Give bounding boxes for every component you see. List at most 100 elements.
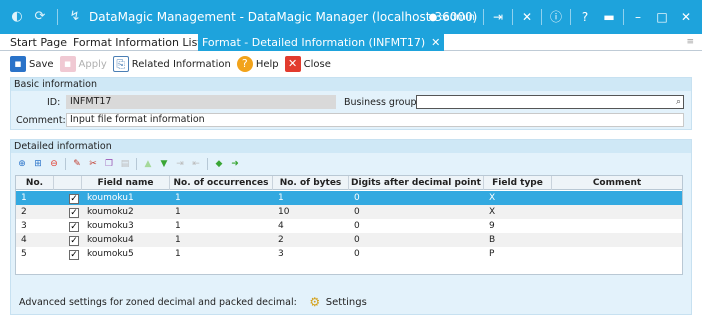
close-window-button[interactable]: ✕ bbox=[674, 0, 698, 34]
column-header[interactable]: No. of occurrences bbox=[170, 176, 273, 190]
indent-icon[interactable]: ⇥ bbox=[173, 157, 187, 171]
tools-icon[interactable]: ✕ bbox=[515, 0, 539, 34]
table-row[interactable]: 4 ✓ koumoku4 1 2 0 B bbox=[16, 233, 682, 247]
help-icon[interactable]: ? bbox=[573, 0, 597, 34]
business-group-field[interactable]: ⌕ bbox=[416, 95, 684, 109]
cell-type[interactable]: X bbox=[484, 205, 552, 219]
cell-comment[interactable] bbox=[552, 233, 682, 247]
app-logo-icon: ◐ bbox=[11, 9, 23, 24]
related-information-icon: ⎘ bbox=[112, 56, 129, 72]
cell-comment[interactable] bbox=[552, 219, 682, 233]
add-row-icon[interactable]: ⊕ bbox=[15, 157, 29, 171]
related-information-button[interactable]: ⎘ Related Information bbox=[112, 56, 231, 72]
delete-row-icon[interactable]: ⊖ bbox=[47, 157, 61, 171]
insert-row-icon[interactable]: ⊞ bbox=[31, 157, 45, 171]
cell-no[interactable]: 4 bbox=[16, 233, 54, 247]
table-row[interactable]: 1 ✓ koumoku1 1 1 0 X bbox=[16, 191, 682, 205]
cell-comment[interactable] bbox=[552, 247, 682, 261]
column-header[interactable] bbox=[54, 176, 82, 190]
column-header[interactable]: Field name bbox=[82, 176, 170, 190]
tab-format-detailed-information[interactable]: Format - Detailed Information (INFMT17) ✕ bbox=[198, 34, 445, 51]
id-field[interactable]: INFMT17 bbox=[66, 95, 336, 109]
table-row[interactable]: 3 ✓ koumoku3 1 4 0 9 bbox=[16, 219, 682, 233]
tab-menu-icon[interactable]: ≡ bbox=[686, 34, 694, 51]
connection-icon[interactable]: ↯ bbox=[66, 0, 84, 34]
cell-comment[interactable] bbox=[552, 191, 682, 205]
cell-decimals[interactable]: 0 bbox=[349, 205, 484, 219]
help-button[interactable]: ? Help bbox=[236, 56, 279, 72]
table-row[interactable]: 5 ✓ koumoku5 1 3 0 P bbox=[16, 247, 682, 261]
row-checkbox-cell[interactable]: ✓ bbox=[54, 233, 82, 247]
cell-occurrences[interactable]: 1 bbox=[170, 233, 273, 247]
logout-icon[interactable]: ⇥ bbox=[486, 0, 510, 34]
column-header[interactable]: Digits after decimal point bbox=[349, 176, 484, 190]
row-checkbox-cell[interactable]: ✓ bbox=[54, 219, 82, 233]
cell-field-name[interactable]: koumoku1 bbox=[82, 191, 170, 205]
user-icon: ● bbox=[428, 11, 438, 23]
apply-button[interactable]: ▪ Apply bbox=[59, 56, 107, 72]
row-checkbox-cell[interactable]: ✓ bbox=[54, 247, 82, 261]
cell-field-name[interactable]: koumoku5 bbox=[82, 247, 170, 261]
outdent-icon[interactable]: ⇤ bbox=[189, 157, 203, 171]
cell-no[interactable]: 3 bbox=[16, 219, 54, 233]
maximize-button[interactable]: □ bbox=[650, 0, 674, 34]
import-icon[interactable]: ◆ bbox=[212, 157, 226, 171]
edit-icon[interactable]: ✎ bbox=[70, 157, 84, 171]
cell-occurrences[interactable]: 1 bbox=[170, 205, 273, 219]
close-button[interactable]: ✕ Close bbox=[284, 56, 331, 72]
help-label: Help bbox=[255, 58, 279, 70]
paste-icon[interactable]: ▤ bbox=[118, 157, 132, 171]
tab-format-information-list[interactable]: Format Information List bbox=[73, 34, 202, 51]
checkbox[interactable]: ✓ bbox=[69, 208, 79, 218]
tab-start-page[interactable]: Start Page bbox=[10, 34, 67, 51]
cell-decimals[interactable]: 0 bbox=[349, 219, 484, 233]
checkbox[interactable]: ✓ bbox=[69, 194, 79, 204]
cell-bytes[interactable]: 10 bbox=[273, 205, 349, 219]
row-checkbox-cell[interactable]: ✓ bbox=[54, 191, 82, 205]
save-button[interactable]: ▪ Save bbox=[10, 56, 54, 72]
column-header[interactable]: Field type bbox=[484, 176, 552, 190]
checkbox[interactable]: ✓ bbox=[69, 236, 79, 246]
cell-type[interactable]: X bbox=[484, 191, 552, 205]
move-up-icon[interactable]: ▲ bbox=[141, 157, 155, 171]
column-header[interactable]: No. bbox=[16, 176, 54, 190]
tab-close-icon[interactable]: ✕ bbox=[431, 36, 440, 49]
cell-type[interactable]: P bbox=[484, 247, 552, 261]
cell-no[interactable]: 5 bbox=[16, 247, 54, 261]
info-icon[interactable]: ⓘ bbox=[544, 0, 568, 34]
column-header[interactable]: Comment bbox=[552, 176, 682, 190]
comment-field[interactable]: Input file format information bbox=[66, 113, 684, 127]
checkbox[interactable]: ✓ bbox=[69, 250, 79, 260]
table-row[interactable]: 2 ✓ koumoku2 1 10 0 X bbox=[16, 205, 682, 219]
minimize-button[interactable]: – bbox=[626, 0, 650, 34]
cell-no[interactable]: 2 bbox=[16, 205, 54, 219]
cell-decimals[interactable]: 0 bbox=[349, 233, 484, 247]
cell-comment[interactable] bbox=[552, 205, 682, 219]
cell-field-name[interactable]: koumoku2 bbox=[82, 205, 170, 219]
row-checkbox-cell[interactable]: ✓ bbox=[54, 205, 82, 219]
cell-bytes[interactable]: 1 bbox=[273, 191, 349, 205]
cell-no[interactable]: 1 bbox=[16, 191, 54, 205]
cell-type[interactable]: 9 bbox=[484, 219, 552, 233]
cell-decimals[interactable]: 0 bbox=[349, 247, 484, 261]
cell-bytes[interactable]: 4 bbox=[273, 219, 349, 233]
refresh-icon[interactable]: ⟳ bbox=[31, 0, 49, 34]
cell-occurrences[interactable]: 1 bbox=[170, 191, 273, 205]
cell-bytes[interactable]: 3 bbox=[273, 247, 349, 261]
cell-type[interactable]: B bbox=[484, 233, 552, 247]
cut-icon[interactable]: ✂ bbox=[86, 157, 100, 171]
move-down-icon[interactable]: ▼ bbox=[157, 157, 171, 171]
cell-bytes[interactable]: 2 bbox=[273, 233, 349, 247]
copy-icon[interactable]: ❐ bbox=[102, 157, 116, 171]
export-icon[interactable]: ➜ bbox=[228, 157, 242, 171]
folder-icon[interactable]: ▬ bbox=[597, 0, 621, 34]
cell-decimals[interactable]: 0 bbox=[349, 191, 484, 205]
checkbox[interactable]: ✓ bbox=[69, 222, 79, 232]
search-icon[interactable]: ⌕ bbox=[676, 96, 681, 108]
cell-field-name[interactable]: koumoku3 bbox=[82, 219, 170, 233]
cell-occurrences[interactable]: 1 bbox=[170, 219, 273, 233]
column-header[interactable]: No. of bytes bbox=[273, 176, 349, 190]
cell-occurrences[interactable]: 1 bbox=[170, 247, 273, 261]
settings-button[interactable]: ⚙ Settings bbox=[307, 294, 366, 310]
cell-field-name[interactable]: koumoku4 bbox=[82, 233, 170, 247]
